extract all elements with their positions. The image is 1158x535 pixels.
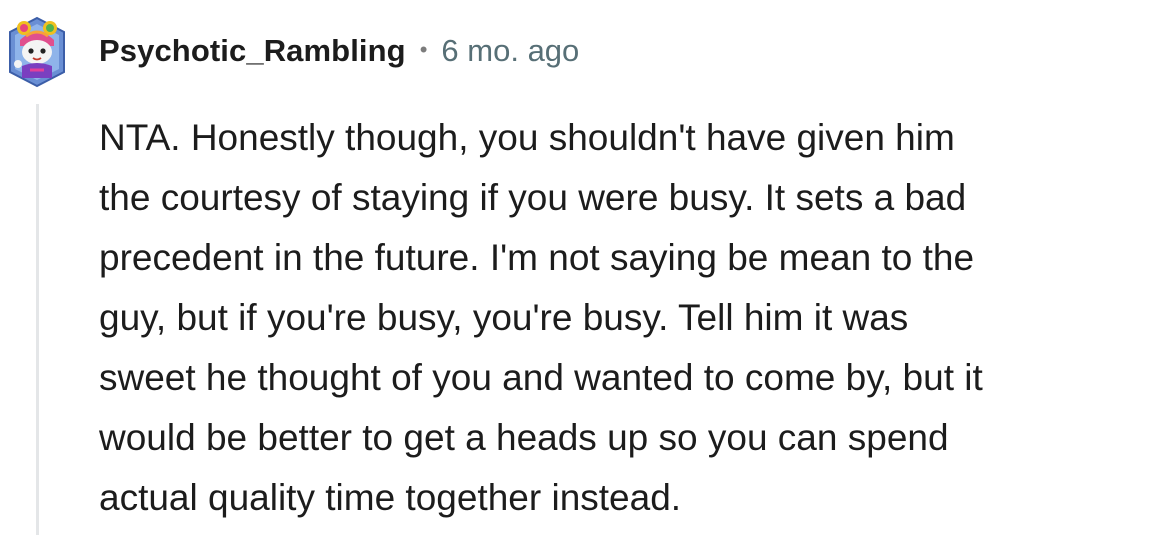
comment: Psychotic_Rambling • 6 mo. ago NTA. Hone… xyxy=(0,0,1158,535)
comment-body-line: precedent in the future. I'm not saying … xyxy=(99,237,975,278)
meta-separator: • xyxy=(419,37,428,62)
thread-collapse-line[interactable] xyxy=(36,104,39,535)
comment-body-line: would be better to get a heads up so you… xyxy=(99,417,949,458)
author-username[interactable]: Psychotic_Rambling xyxy=(99,33,406,69)
comment-body-line: sweet he thought of you and wanted to co… xyxy=(99,357,983,398)
snoo-avatar-icon xyxy=(9,16,65,88)
comment-timestamp[interactable]: 6 mo. ago xyxy=(441,33,579,69)
comment-body: NTA. Honestly though, you shouldn't have… xyxy=(99,108,1151,528)
comment-body-line: actual quality time together instead. xyxy=(99,477,682,518)
comment-header: Psychotic_Rambling • 6 mo. ago xyxy=(99,28,579,74)
comment-body-line: the courtesy of staying if you were busy… xyxy=(99,177,967,218)
comment-body-line: guy, but if you're busy, you're busy. Te… xyxy=(99,297,909,338)
avatar[interactable] xyxy=(6,14,68,90)
comment-body-line: NTA. Honestly though, you shouldn't have… xyxy=(99,117,955,158)
